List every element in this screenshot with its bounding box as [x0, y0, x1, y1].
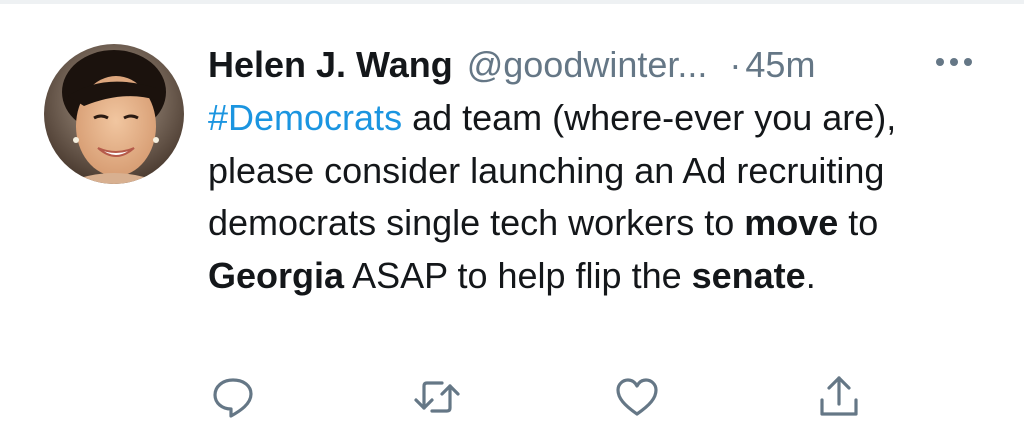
avatar[interactable] [44, 44, 184, 184]
tweet-text-bold: move [744, 202, 839, 243]
share-icon [820, 376, 858, 416]
tweet-text-bold: Georgia [208, 254, 345, 296]
share-button[interactable] [814, 372, 864, 422]
tweet-card[interactable]: Helen J. Wang @goodwinter... · 45m #Demo… [0, 0, 1024, 440]
reply-icon [213, 378, 253, 418]
author-handle[interactable]: @goodwinter... [467, 43, 708, 87]
retweet-button[interactable] [412, 372, 462, 422]
tweet-header: Helen J. Wang @goodwinter... · 45m [208, 40, 988, 90]
like-icon [616, 378, 658, 416]
tweet-text-part: . [805, 254, 816, 296]
tweet-text-part: ASAP to help flip the [344, 254, 692, 296]
more-icon [936, 58, 972, 66]
tweet-timestamp[interactable]: 45m [745, 43, 815, 87]
hashtag-link[interactable]: #Democrats [208, 97, 402, 138]
more-button[interactable] [932, 50, 976, 74]
retweet-icon [414, 381, 460, 413]
header-separator: · [729, 44, 742, 85]
tweet-text-part: to [838, 202, 889, 243]
tweet-text-bold: senate [691, 254, 806, 296]
author-display-name[interactable]: Helen J. Wang [208, 43, 453, 87]
like-button[interactable] [612, 372, 662, 422]
tweet-actions [0, 370, 1024, 430]
reply-button[interactable] [208, 372, 258, 422]
tweet-text: #Democrats ad team (where-ever you are),… [208, 92, 998, 302]
avatar-photo-icon [44, 44, 184, 184]
